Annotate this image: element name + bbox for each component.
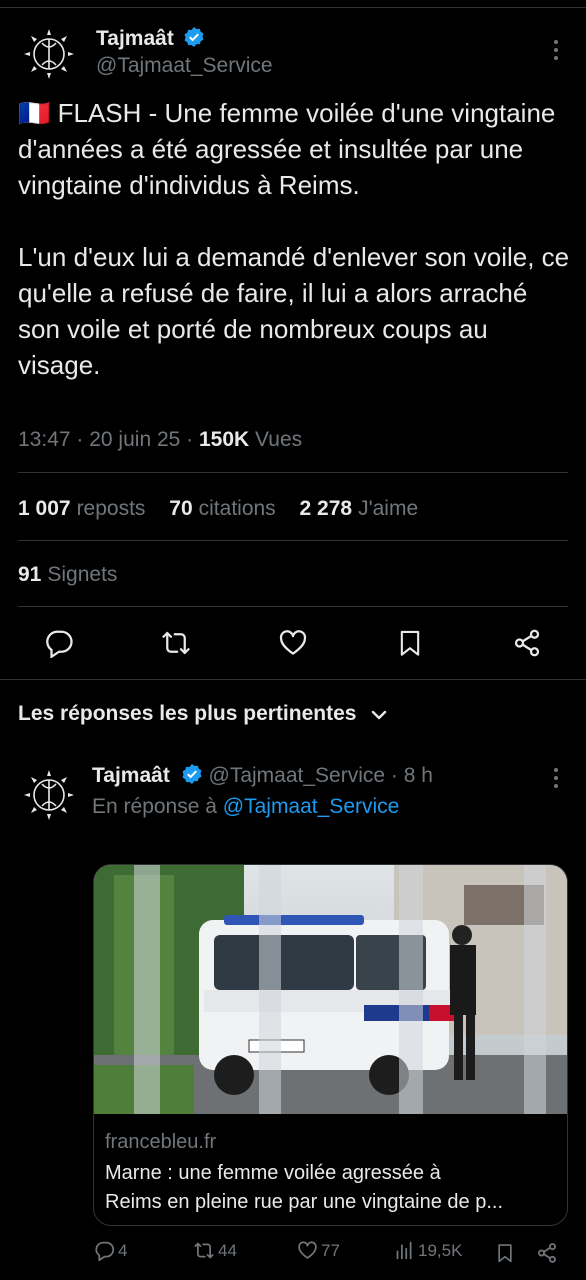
meta-separator: ·	[186, 428, 199, 451]
likes-stat[interactable]: 2 278 J'aime	[300, 497, 419, 520]
reply-views-button[interactable]: 19,5K	[394, 1240, 462, 1261]
divider	[18, 540, 568, 541]
bookmark-icon[interactable]	[396, 628, 424, 658]
top-separator	[0, 0, 586, 8]
bookmarks-count: 91	[18, 563, 42, 586]
chevron-down-icon	[372, 710, 387, 720]
repost-icon[interactable]	[161, 628, 191, 658]
tweet-date[interactable]: 20 juin 25	[89, 428, 180, 451]
like-count: 77	[321, 1240, 340, 1260]
reply-to-link[interactable]: @Tajmaat_Service	[223, 795, 400, 818]
quotes-count: 70	[169, 497, 193, 520]
reply-author-handle[interactable]: @Tajmaat_Service	[209, 764, 386, 787]
reply-author-name[interactable]: Tajmaât	[92, 764, 170, 787]
author-handle[interactable]: @Tajmaat_Service	[96, 54, 273, 78]
reply-header: Tajmaât @Tajmaat_Service · 8 h	[92, 763, 433, 788]
reposts-count: 1 007	[18, 497, 71, 520]
engagement-stats: 1 007 reposts 70 citations 2 278 J'aime	[18, 497, 436, 521]
reply-icon	[95, 1241, 115, 1261]
sort-label: Les réponses les plus pertinentes	[18, 702, 357, 725]
reply-reply-button[interactable]: 4	[94, 1240, 127, 1261]
like-icon[interactable]	[278, 628, 308, 658]
quotes-stat[interactable]: 70 citations	[169, 497, 275, 520]
more-icon[interactable]	[552, 40, 560, 64]
author-name[interactable]: Tajmaât	[96, 27, 174, 50]
likes-count: 2 278	[299, 497, 353, 520]
meta-separator: ·	[390, 764, 404, 787]
section-separator	[0, 679, 586, 680]
reply-icon[interactable]	[44, 628, 74, 658]
share-icon[interactable]	[536, 1242, 558, 1264]
likes-label: J'aime	[358, 497, 419, 520]
reply-like-button[interactable]: 77	[297, 1240, 340, 1261]
bookmarks-stat[interactable]: 91 Signets	[18, 563, 117, 587]
divider	[18, 606, 568, 607]
meta-separator: ·	[76, 428, 90, 451]
repost-icon	[194, 1242, 214, 1259]
reposts-label: reposts	[76, 497, 146, 520]
author-avatar[interactable]	[20, 25, 78, 83]
views-count: 150K	[198, 428, 250, 451]
tweet-actions	[0, 620, 586, 664]
author-name-row[interactable]: Tajmaât	[96, 26, 205, 51]
reply-actions: 4 44 77 19,5K	[0, 1240, 586, 1266]
reply-age[interactable]: 8 h	[404, 764, 433, 787]
tweet-meta: 13:47 · 20 juin 25 · 150K Vues	[18, 428, 302, 452]
like-icon	[298, 1241, 317, 1259]
divider	[18, 472, 568, 473]
reply-count: 4	[118, 1240, 128, 1260]
verified-badge-icon	[184, 27, 204, 47]
quotes-label: citations	[198, 497, 276, 520]
reply-context: En réponse à @Tajmaat_Service	[92, 795, 399, 819]
bookmarks-label: Signets	[47, 563, 118, 586]
amazigh-logo-icon	[22, 768, 76, 822]
card-domain: francebleu.fr	[105, 1131, 217, 1153]
amazigh-logo-icon	[22, 27, 76, 81]
replies-sort-dropdown[interactable]: Les réponses les plus pertinentes	[18, 702, 388, 726]
reply-repost-button[interactable]: 44	[193, 1240, 237, 1261]
views-count: 19,5K	[418, 1240, 463, 1260]
reposts-stat[interactable]: 1 007 reposts	[18, 497, 145, 520]
card-title: Marne : une femme voilée agressée à Reim…	[105, 1159, 560, 1217]
card-title-line: Reims en pleine rue par une vingtaine de…	[105, 1191, 504, 1213]
share-icon[interactable]	[512, 628, 542, 658]
tweet-text: 🇫🇷 FLASH - Une femme voilée d'une vingta…	[18, 98, 570, 380]
repost-count: 44	[218, 1240, 237, 1260]
views-icon	[396, 1241, 412, 1260]
views-label: Vues	[255, 428, 303, 451]
reply-prefix: En réponse à	[92, 795, 217, 818]
more-icon[interactable]	[552, 768, 560, 792]
card-title-line: Marne : une femme voilée agressée à	[105, 1162, 441, 1184]
police-van-photo	[94, 865, 567, 1114]
reply-author-avatar[interactable]	[20, 766, 78, 824]
verified-badge-icon	[182, 764, 202, 784]
tweet-time[interactable]: 13:47	[18, 428, 71, 451]
link-card[interactable]: francebleu.fr Marne : une femme voilée a…	[93, 864, 568, 1226]
bookmark-icon[interactable]	[495, 1242, 515, 1264]
